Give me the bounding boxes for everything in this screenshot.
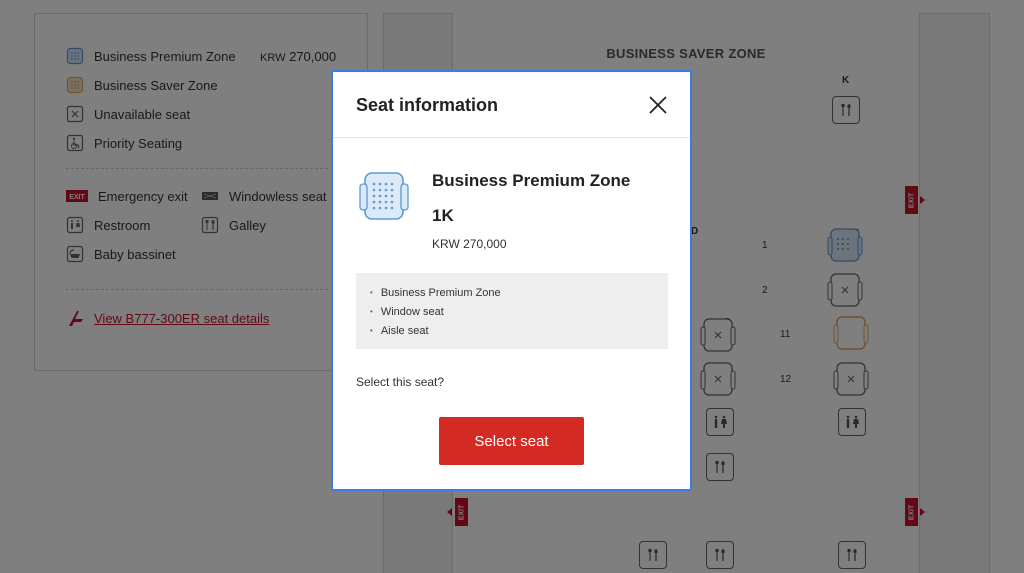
feature-item: Window seat: [370, 302, 668, 321]
seat-features-list: Business Premium Zone Window seat Aisle …: [356, 273, 668, 349]
seat-price: KRW 270,000: [432, 237, 507, 251]
seat-zone-name: Business Premium Zone: [432, 171, 631, 190]
close-icon: [649, 96, 667, 114]
feature-item: Business Premium Zone: [370, 283, 668, 302]
select-seat-button[interactable]: Select seat: [439, 417, 584, 465]
dialog-title: Seat information: [356, 95, 499, 115]
feature-item: Aisle seat: [370, 321, 668, 340]
confirm-question: Select this seat?: [356, 375, 445, 389]
seat-code: 1K: [432, 206, 454, 225]
premium-seat-icon: [358, 170, 410, 222]
dialog-header: Seat information: [333, 72, 690, 138]
seat-information-dialog: Seat information Business Premium Zone 1…: [331, 70, 692, 491]
close-button[interactable]: [645, 92, 671, 118]
